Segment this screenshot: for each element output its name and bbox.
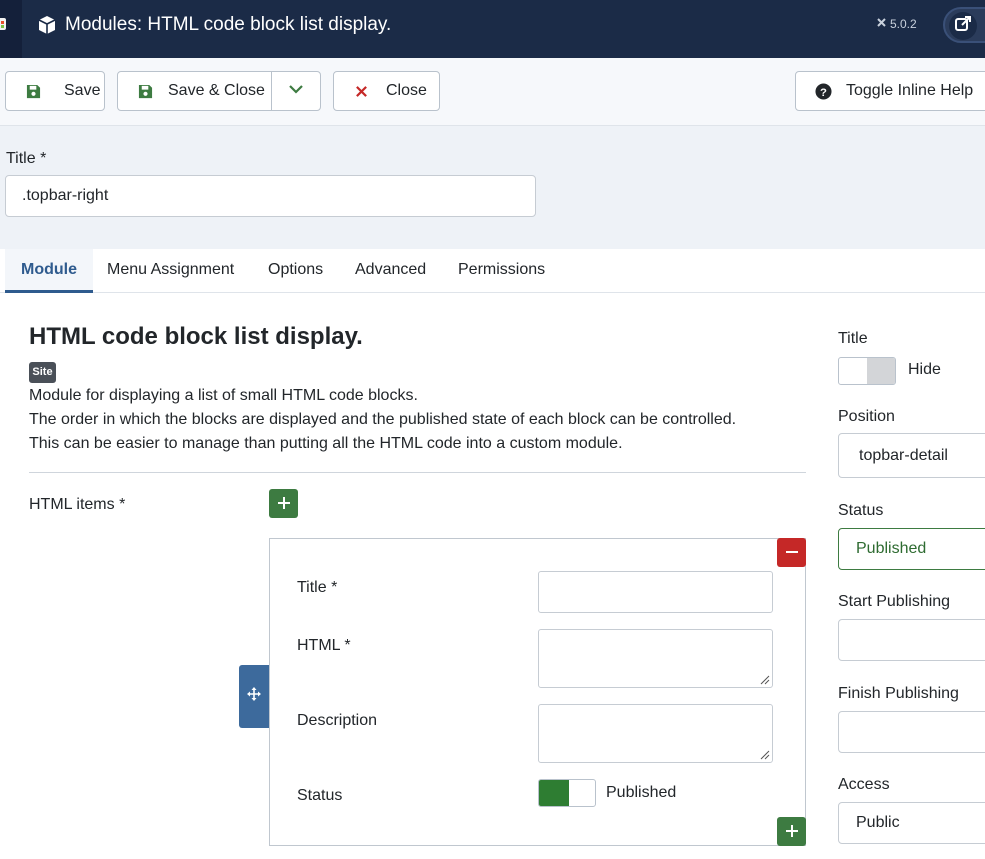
module-description-line: The order in which the blocks are displa… (29, 411, 737, 428)
view-site-button[interactable] (943, 7, 985, 43)
save-close-button[interactable]: Save & Close (117, 71, 272, 111)
version-label: 5.0.2 (876, 17, 917, 31)
item-description-label: Description (297, 712, 378, 729)
access-label: Access (838, 776, 890, 793)
add-item-button[interactable] (269, 489, 298, 518)
module-description-line: Module for displaying a list of small HT… (29, 387, 418, 404)
toolbar: Save Save & Close Close ? Toggle Inline … (0, 58, 985, 126)
move-arrows-icon (247, 687, 261, 706)
save-icon (24, 82, 42, 100)
resize-grip-icon[interactable] (760, 675, 770, 685)
tab-module[interactable]: Module (5, 249, 93, 293)
status-label: Status (838, 502, 884, 519)
item-title-label: Title * (297, 579, 338, 596)
item-html-label: HTML * (297, 637, 351, 654)
item-description-textarea[interactable] (538, 704, 773, 763)
save-button[interactable]: Save (5, 71, 105, 111)
chevron-down-icon (288, 81, 304, 102)
save-icon (136, 82, 154, 100)
close-button[interactable]: Close (333, 71, 440, 111)
toggle-inline-help-button[interactable]: ? Toggle Inline Help (795, 71, 985, 111)
remove-item-button[interactable] (777, 538, 806, 567)
save-options-dropdown[interactable] (271, 71, 321, 111)
question-circle-icon: ? (814, 82, 832, 100)
show-title-value: Hide (908, 361, 941, 378)
drag-handle[interactable] (239, 665, 269, 728)
tab-menu-assignment[interactable]: Menu Assignment (107, 249, 234, 293)
divider (29, 472, 806, 473)
close-icon (352, 82, 370, 100)
html-items-label: HTML items * (29, 496, 126, 513)
external-link-icon (954, 15, 972, 38)
tab-bar: Module Menu Assignment Options Advanced … (0, 249, 985, 293)
item-title-input[interactable] (538, 571, 773, 613)
show-title-label: Title (838, 330, 868, 347)
title-label: Title * (6, 150, 47, 167)
tab-permissions[interactable]: Permissions (458, 249, 545, 293)
status-select[interactable]: Published (838, 528, 985, 570)
show-title-toggle[interactable] (838, 357, 896, 385)
tab-options[interactable]: Options (268, 249, 323, 293)
minus-icon (785, 541, 798, 564)
item-status-label: Status (297, 787, 343, 804)
item-status-value: Published (606, 784, 677, 801)
plus-icon (277, 492, 290, 515)
add-item-after-button[interactable] (777, 817, 806, 846)
module-description-line: This can be easier to manage than puttin… (29, 435, 623, 452)
position-select[interactable]: topbar-detail (838, 433, 985, 478)
joomla-mini-icon (876, 17, 887, 31)
title-input[interactable] (5, 175, 536, 217)
finish-publishing-input[interactable] (838, 711, 985, 753)
app-header: Modules: HTML code block list display. 5… (0, 0, 985, 58)
plus-icon (785, 820, 798, 843)
tab-advanced[interactable]: Advanced (355, 249, 426, 293)
version-text: 5.0.2 (890, 17, 917, 31)
access-select[interactable]: Public (838, 802, 985, 844)
joomla-logo[interactable] (0, 0, 22, 58)
item-status-toggle[interactable] (538, 779, 596, 807)
cube-icon (37, 15, 57, 35)
module-heading: HTML code block list display. (29, 323, 363, 350)
site-badge: Site (29, 362, 56, 383)
resize-grip-icon[interactable] (760, 750, 770, 760)
finish-publishing-label: Finish Publishing (838, 685, 959, 702)
item-html-textarea[interactable] (538, 629, 773, 688)
position-label: Position (838, 408, 895, 425)
start-publishing-label: Start Publishing (838, 593, 951, 610)
start-publishing-input[interactable] (838, 619, 985, 661)
page-title: Modules: HTML code block list display. (65, 14, 392, 35)
svg-text:?: ? (820, 86, 827, 98)
